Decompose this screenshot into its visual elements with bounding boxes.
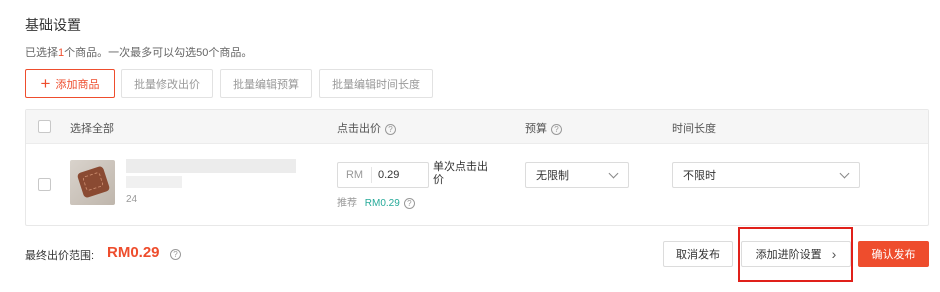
plus-icon: + <box>40 74 51 93</box>
chevron-down-icon <box>608 168 619 178</box>
currency-prefix: RM <box>338 167 372 183</box>
budget-value: 无限制 <box>536 170 569 182</box>
selection-prefix: 已选择 <box>25 47 58 59</box>
cancel-publish-button[interactable]: 取消发布 <box>663 241 733 267</box>
add-product-button[interactable]: + 添加商品 <box>25 69 115 98</box>
budget-select[interactable]: 无限制 <box>525 162 629 188</box>
page-title: 基础设置 <box>25 17 81 33</box>
bid-input[interactable]: RM 0.29 <box>337 162 429 188</box>
bid-unit: 单次点击出价 <box>433 161 488 186</box>
row-checkbox[interactable] <box>38 178 51 191</box>
add-product-label: 添加商品 <box>55 78 100 91</box>
recommend-row: 推荐 RM0.29? <box>337 194 415 209</box>
recommend-value[interactable]: RM0.29 <box>365 198 400 209</box>
question-icon[interactable]: ? <box>170 249 181 261</box>
question-icon[interactable]: ? <box>403 197 415 209</box>
question-icon[interactable]: ? <box>385 123 396 135</box>
batch-edit-price-button[interactable]: 批量修改出价 <box>121 69 213 98</box>
duration-value: 不限时 <box>683 170 716 182</box>
col-budget-label: 预算 <box>525 123 547 135</box>
table-header <box>26 110 928 144</box>
chevron-down-icon <box>839 168 850 178</box>
final-range-value: RM0.29 <box>107 244 160 261</box>
highlight-annotation-box <box>738 227 853 282</box>
batch-edit-budget-button[interactable]: 批量编辑预算 <box>220 69 312 98</box>
product-variant-blurred <box>126 176 182 188</box>
product-thumbnail <box>70 160 115 205</box>
final-range-label: 最终出价范围: <box>25 250 95 262</box>
recommend-label: 推荐 <box>337 198 357 209</box>
col-bid-header: 点击出价? <box>337 120 396 136</box>
col-bid-label: 点击出价 <box>337 123 381 135</box>
selection-suffix: 个商品。一次最多可以勾选50个商品。 <box>64 47 253 59</box>
bid-value: 0.29 <box>378 169 400 181</box>
product-meta: 24 <box>126 194 138 205</box>
batch-edit-duration-button[interactable]: 批量编辑时间长度 <box>319 69 433 98</box>
range-help: ? <box>170 247 181 261</box>
question-icon[interactable]: ? <box>551 123 562 135</box>
col-select-all: 选择全部 <box>70 123 114 135</box>
selection-summary: 已选择1个商品。一次最多可以勾选50个商品。 <box>25 44 252 60</box>
col-duration: 时间长度 <box>672 123 716 135</box>
select-all-checkbox[interactable] <box>38 120 51 133</box>
duration-select[interactable]: 不限时 <box>672 162 860 188</box>
col-budget-header: 预算? <box>525 120 562 136</box>
product-name-blurred <box>126 159 296 173</box>
confirm-publish-button[interactable]: 确认发布 <box>858 241 929 267</box>
